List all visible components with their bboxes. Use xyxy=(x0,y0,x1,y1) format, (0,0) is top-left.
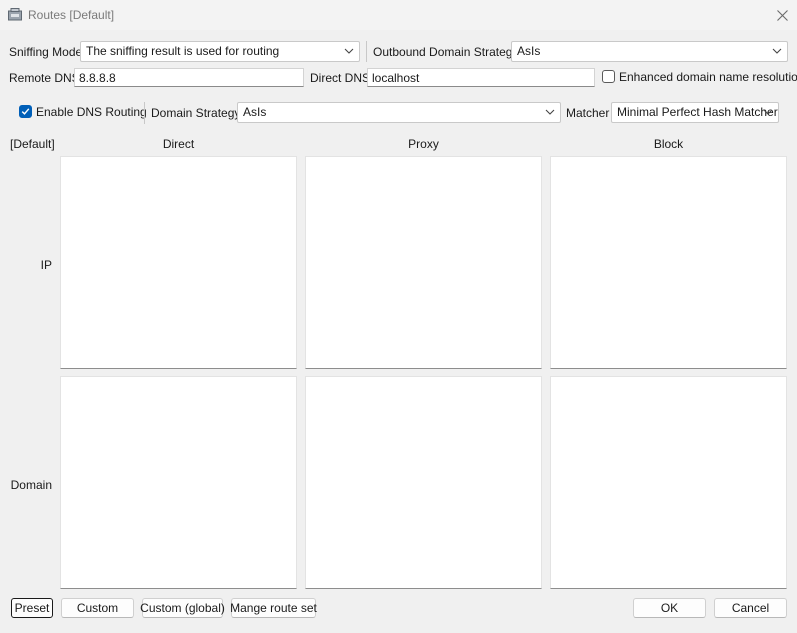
block-domain-textarea[interactable] xyxy=(550,376,787,589)
enhanced-dns-checkbox[interactable] xyxy=(602,70,615,83)
separator xyxy=(144,102,145,124)
matcher-label: Matcher xyxy=(566,106,610,120)
matcher-value: Minimal Perfect Hash Matcher xyxy=(617,105,778,119)
separator xyxy=(366,41,367,62)
enhanced-dns-label: Enhanced domain name resolution xyxy=(619,70,797,84)
row-header-ip: IP xyxy=(40,258,52,272)
enable-dns-routing-checkbox[interactable] xyxy=(19,105,32,118)
window-title: Routes [Default] xyxy=(28,8,115,22)
block-ip-textarea[interactable] xyxy=(550,156,787,369)
sniffing-mode-label: Sniffing Mode xyxy=(9,45,83,59)
direct-dns-input[interactable] xyxy=(367,68,595,87)
manage-route-set-button[interactable]: Mange route set xyxy=(230,598,317,618)
matcher-select[interactable]: Minimal Perfect Hash Matcher xyxy=(611,102,779,123)
outbound-domain-strategy-value: AsIs xyxy=(517,44,541,58)
close-icon xyxy=(776,9,788,21)
sniffing-mode-select[interactable]: The sniffing result is used for routing xyxy=(80,41,360,62)
chevron-down-icon xyxy=(344,48,354,54)
direct-domain-textarea[interactable] xyxy=(60,376,297,589)
app-icon xyxy=(8,8,22,21)
column-header-proxy: Proxy xyxy=(408,137,439,151)
enable-dns-routing-label: Enable DNS Routing xyxy=(36,105,147,119)
domain-strategy-label: Domain Strategy xyxy=(151,106,241,120)
proxy-ip-textarea[interactable] xyxy=(305,156,542,369)
remote-dns-label: Remote DNS xyxy=(9,71,80,85)
row-header-domain: Domain xyxy=(10,478,52,492)
custom-global-button[interactable]: Custom (global) xyxy=(140,598,225,618)
direct-ip-textarea[interactable] xyxy=(60,156,297,369)
chevron-down-icon xyxy=(772,48,782,54)
cancel-button[interactable]: Cancel xyxy=(714,598,787,618)
title-bar: Routes [Default] xyxy=(0,0,797,30)
custom-button[interactable]: Custom xyxy=(61,598,134,618)
preset-button[interactable]: Preset xyxy=(11,598,53,618)
outbound-domain-strategy-select[interactable]: AsIs xyxy=(511,41,788,62)
outbound-domain-strategy-label: Outbound Domain Strategy xyxy=(373,45,519,59)
remote-dns-input[interactable] xyxy=(74,68,304,87)
domain-strategy-value: AsIs xyxy=(243,105,267,119)
checkmark-icon xyxy=(21,108,30,115)
route-set-label: [Default] xyxy=(10,137,55,151)
column-header-block: Block xyxy=(653,137,684,151)
ok-button[interactable]: OK xyxy=(633,598,706,618)
direct-dns-label: Direct DNS xyxy=(310,71,371,85)
chevron-down-icon xyxy=(545,109,555,115)
sniffing-mode-value: The sniffing result is used for routing xyxy=(86,44,280,58)
proxy-domain-textarea[interactable] xyxy=(305,376,542,589)
column-header-direct: Direct xyxy=(162,137,195,151)
chevron-down-icon xyxy=(763,109,773,115)
close-button[interactable] xyxy=(767,0,797,30)
domain-strategy-select[interactable]: AsIs xyxy=(237,102,561,123)
